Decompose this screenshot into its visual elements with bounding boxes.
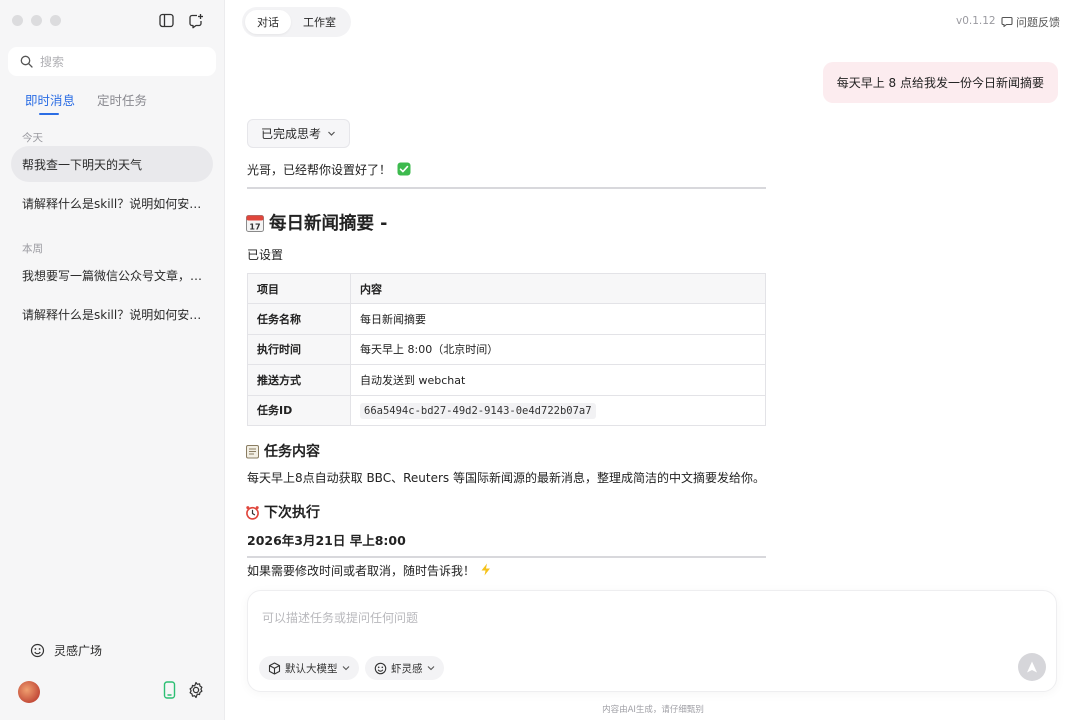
table-row: 执行时间 每天早上 8:00（北京时间） xyxy=(247,333,766,366)
divider xyxy=(247,187,766,189)
chat-title: 请解释什么是skill？说明如何安装和使用 xyxy=(22,196,208,211)
model-select-button[interactable]: 默认大模型 xyxy=(259,656,359,680)
calendar-icon: 17 xyxy=(246,214,264,232)
sidebar-toolbar xyxy=(158,12,204,29)
closing-text: 如果需要修改时间或者取消，随时告诉我！ xyxy=(247,564,476,578)
tab-chat[interactable]: 对话 xyxy=(245,10,291,34)
minimize-window-button[interactable] xyxy=(31,15,42,26)
sidebar-bottom-toolbar xyxy=(161,681,205,699)
chat-list-item[interactable]: 我想要写一篇微信公众号文章，主题是 xyxy=(11,257,213,293)
cube-icon xyxy=(268,661,281,675)
smile-icon xyxy=(374,662,387,674)
window-controls xyxy=(12,15,61,26)
table-key-cell: 任务名称 xyxy=(247,303,351,335)
main-panel: 对话 工作室 v0.1.12 问题反馈 每天早上 8 点给我发一份今日新闻摘要 … xyxy=(226,0,1080,720)
next-run-heading: 下次执行 xyxy=(245,502,320,522)
table-key-cell: 执行时间 xyxy=(247,333,351,366)
group-label-today: 今天 xyxy=(22,132,43,144)
mode-switch: 对话 工作室 xyxy=(242,7,351,37)
chevron-down-icon xyxy=(342,666,349,671)
feedback-label: 问题反馈 xyxy=(1016,16,1060,29)
close-window-button[interactable] xyxy=(12,15,23,26)
avatar[interactable] xyxy=(18,681,40,703)
table-value-cell: 自动发送到 webchat xyxy=(350,364,766,396)
next-run-heading-text: 下次执行 xyxy=(264,505,320,521)
chat-title: 帮我查一下明天的天气 xyxy=(22,157,143,172)
model-select-label: 默认大模型 xyxy=(285,662,338,675)
table-header-cell: 内容 xyxy=(350,272,766,305)
feedback-button[interactable]: 问题反馈 xyxy=(1001,14,1060,30)
phone-icon[interactable] xyxy=(161,681,178,699)
tab-studio[interactable]: 工作室 xyxy=(291,10,348,34)
inspire-select-label: 虾灵感 xyxy=(391,662,423,675)
task-content-heading: 任务内容 xyxy=(245,441,320,461)
tab-instant-messages[interactable]: 即时消息 xyxy=(25,90,75,115)
chevron-down-icon xyxy=(328,131,335,136)
toggle-sidebar-icon[interactable] xyxy=(158,12,175,29)
table-value-cell: 每天早上 8:00（北京时间） xyxy=(350,333,766,366)
alarm-clock-icon xyxy=(246,505,259,520)
smile-icon xyxy=(30,643,45,658)
task-content-text: 每天早上8点自动获取 BBC、Reuters 等国际新闻源的最新消息，整理成简洁… xyxy=(247,471,765,485)
tab-scheduled-tasks[interactable]: 定时任务 xyxy=(97,90,147,115)
table-header-cell: 项目 xyxy=(247,272,351,305)
new-chat-icon[interactable] xyxy=(187,12,204,29)
clipboard-icon xyxy=(246,444,259,458)
inspiration-plaza-link[interactable]: 灵感广场 xyxy=(30,642,102,659)
table-header-row: 项目 内容 xyxy=(247,272,766,305)
check-mark-icon xyxy=(397,162,411,176)
svg-text:17: 17 xyxy=(249,222,260,231)
user-message-bubble: 每天早上 8 点给我发一份今日新闻摘要 xyxy=(822,62,1058,103)
next-run-time: 2026年3月21日 早上8:00 xyxy=(247,533,406,548)
inspire-select-button[interactable]: 虾灵感 xyxy=(365,656,444,680)
inspiration-label: 灵感广场 xyxy=(54,644,103,658)
send-arrow-icon xyxy=(1027,661,1037,673)
reply-intro-text: 光哥，已经帮你设置好了！ xyxy=(247,163,392,177)
table-key-cell: 推送方式 xyxy=(247,364,351,396)
chat-list-item[interactable]: 请解释什么是skill？说明如何安装和使用 xyxy=(11,185,213,221)
table-row: 任务名称 每日新闻摘要 xyxy=(247,303,766,335)
search-input[interactable] xyxy=(40,54,200,69)
status-line: 已设置 xyxy=(247,248,284,262)
send-button[interactable] xyxy=(1018,653,1046,681)
reply-intro: 光哥，已经帮你设置好了！ xyxy=(247,161,411,178)
thought-toggle-button[interactable]: 已完成思考 xyxy=(247,119,351,148)
table-key-cell: 任务ID xyxy=(247,394,351,426)
ai-disclaimer: 内容由AI生成，请仔细甄别 xyxy=(602,705,704,715)
summary-heading-text: 每日新闻摘要 - xyxy=(269,214,388,234)
feedback-icon xyxy=(1001,16,1013,28)
chevron-down-icon xyxy=(427,666,434,671)
divider xyxy=(247,556,766,558)
summary-heading: 17 每日新闻摘要 - xyxy=(245,210,387,235)
lightning-icon xyxy=(481,563,490,576)
table-value-cell: 每日新闻摘要 xyxy=(350,303,766,335)
closing-line: 如果需要修改时间或者取消，随时告诉我！ xyxy=(247,562,492,579)
table-row: 推送方式 自动发送到 webchat xyxy=(247,364,766,396)
message-composer: 默认大模型 虾灵感 xyxy=(247,590,1057,692)
sidebar: 即时消息 定时任务 今天 帮我查一下明天的天气 请解释什么是skill？说明如何… xyxy=(0,0,225,720)
thought-toggle-label: 已完成思考 xyxy=(261,127,322,141)
gear-icon[interactable] xyxy=(187,681,205,699)
search-icon xyxy=(20,55,33,68)
task-id-code: 66a5494c-bd27-49d2-9143-0e4d722b07a7 xyxy=(360,402,596,419)
task-info-table: 项目 内容 任务名称 每日新闻摘要 执行时间 每天早上 8:00（北京时间） 推… xyxy=(247,272,766,426)
version-label: v0.1.12 xyxy=(956,15,996,27)
table-value-cell: 66a5494c-bd27-49d2-9143-0e4d722b07a7 xyxy=(350,394,766,426)
chat-title: 我想要写一篇微信公众号文章，主题是 xyxy=(22,268,208,283)
message-input[interactable] xyxy=(262,609,1022,629)
zoom-window-button[interactable] xyxy=(50,15,61,26)
task-content-heading-text: 任务内容 xyxy=(264,444,320,460)
search-box[interactable] xyxy=(8,47,216,76)
table-row: 任务ID 66a5494c-bd27-49d2-9143-0e4d722b07a… xyxy=(247,394,766,426)
chat-title: 请解释什么是skill？说明如何安装和使用 xyxy=(22,307,208,322)
sidebar-tabs: 即时消息 定时任务 xyxy=(25,90,147,115)
chat-list-item[interactable]: 帮我查一下明天的天气 xyxy=(11,146,213,182)
chat-list-item[interactable]: 请解释什么是skill？说明如何安装和使用 xyxy=(11,296,213,332)
group-label-this-week: 本周 xyxy=(22,243,43,255)
